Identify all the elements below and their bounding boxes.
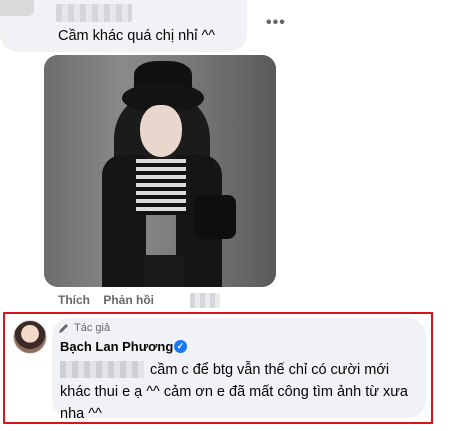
author-name[interactable]: Bạch Lan Phương <box>60 339 173 354</box>
reply-text: cầm c để btg vẫn thế chỉ có cười mới khá… <box>60 362 408 422</box>
author-badge: Tác giả <box>58 322 110 334</box>
comment-thread: Cầm khác quá chị nhỉ ^^ ••• Thích Phản h… <box>0 0 456 431</box>
verified-badge-icon: ✓ <box>174 340 187 353</box>
pencil-icon <box>59 324 68 333</box>
author-avatar[interactable] <box>13 320 47 354</box>
avatar[interactable] <box>0 0 34 16</box>
top-comment-text: Cầm khác quá chị nhỉ ^^ <box>58 28 216 44</box>
like-button[interactable]: Thích <box>58 293 90 307</box>
comment-photo[interactable] <box>44 55 276 287</box>
author-tag-label: Tác giả <box>74 322 111 334</box>
comment-actions: Thích Phản hồi <box>58 293 164 307</box>
more-options-icon[interactable]: ••• <box>266 14 286 32</box>
blurred-timestamp <box>190 293 220 308</box>
reply-button[interactable]: Phản hồi <box>103 293 154 307</box>
blurred-commenter-name <box>56 4 132 22</box>
